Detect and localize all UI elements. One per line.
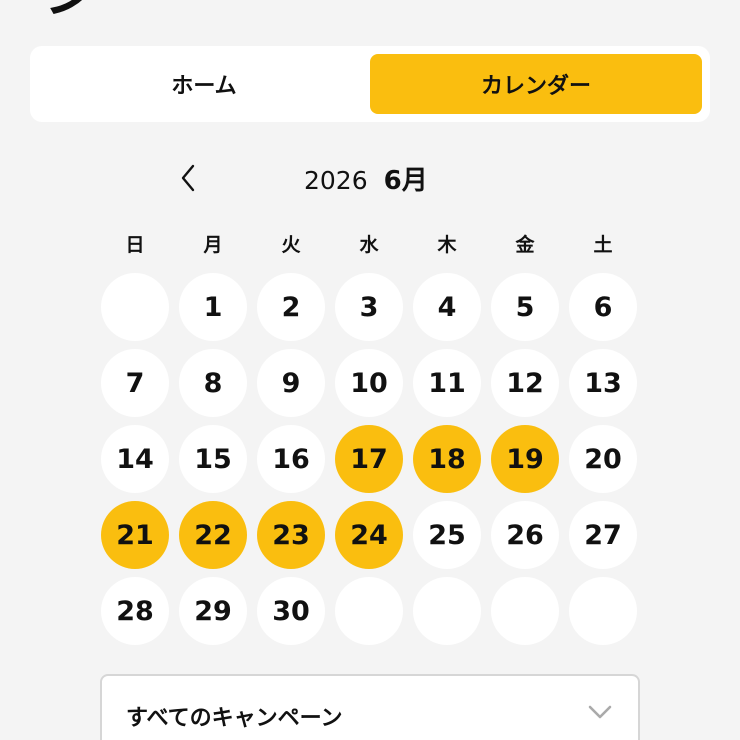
month-text: 6月 <box>383 166 428 196</box>
calendar-cell: 26 <box>486 497 564 573</box>
weekday-label: 月 <box>203 234 223 256</box>
calendar-day-highlighted[interactable]: 23 <box>257 501 325 569</box>
calendar-day[interactable]: 10 <box>335 349 403 417</box>
calendar-cell: 11 <box>408 345 486 421</box>
calendar-day[interactable]: 28 <box>101 577 169 645</box>
calendar-cell: 14 <box>96 421 174 497</box>
campaign-select-value: すべてのキャンペーン <box>126 706 343 731</box>
calendar-day-highlighted[interactable]: 17 <box>335 425 403 493</box>
previous-month-button[interactable] <box>168 158 208 198</box>
calendar-cell: 5 <box>486 269 564 345</box>
calendar-cell: 3 <box>330 269 408 345</box>
calendar-cell: 10 <box>330 345 408 421</box>
calendar-cell: 18 <box>408 421 486 497</box>
calendar-cell: 16 <box>252 421 330 497</box>
calendar-day-highlighted[interactable]: 22 <box>179 501 247 569</box>
calendar-cell: 19 <box>486 421 564 497</box>
tab-calendar[interactable]: カレンダー <box>370 54 702 114</box>
calendar-cell: 6 <box>564 269 642 345</box>
calendar-day[interactable]: 13 <box>569 349 637 417</box>
calendar-day[interactable]: 20 <box>569 425 637 493</box>
month-navigation: 2026 6月 <box>0 150 740 204</box>
calendar-cell: 4 <box>408 269 486 345</box>
tab-bar: ホーム カレンダー <box>30 46 710 122</box>
calendar-cell: 20 <box>564 421 642 497</box>
calendar-day[interactable]: 12 <box>491 349 559 417</box>
calendar-day[interactable]: 27 <box>569 501 637 569</box>
empty-day-circle <box>569 577 637 645</box>
calendar-cell: 1 <box>174 269 252 345</box>
calendar-cell-empty <box>564 573 642 649</box>
weekday-label: 日 <box>125 234 145 256</box>
calendar-cell: 25 <box>408 497 486 573</box>
calendar-cell: 9 <box>252 345 330 421</box>
calendar-cell: 12 <box>486 345 564 421</box>
calendar-cell: 24 <box>330 497 408 573</box>
calendar-cell: 21 <box>96 497 174 573</box>
calendar-cell: 23 <box>252 497 330 573</box>
tab-home[interactable]: ホーム <box>38 54 370 114</box>
calendar-cell-empty <box>408 573 486 649</box>
calendar-cell: 30 <box>252 573 330 649</box>
empty-day-circle <box>491 577 559 645</box>
calendar-day[interactable]: 30 <box>257 577 325 645</box>
calendar-day[interactable]: 14 <box>101 425 169 493</box>
year-text: 2026 <box>304 166 368 195</box>
weekday-label: 土 <box>593 234 613 256</box>
empty-day-circle <box>413 577 481 645</box>
calendar-cell: 8 <box>174 345 252 421</box>
weekday-label: 水 <box>359 234 379 256</box>
calendar-day[interactable]: 16 <box>257 425 325 493</box>
weekday-label: 木 <box>437 234 457 256</box>
calendar-page: ジ ホーム カレンダー 2026 6月 日月火水木金土 123456789101… <box>0 0 740 740</box>
calendar-day-highlighted[interactable]: 18 <box>413 425 481 493</box>
calendar-day-grid: 1 2 3 4 5 6 7 8 9 10 11 12 13 14 15 16 17 18 19 20 21 22 23 24 2… <box>96 269 644 649</box>
calendar-cell: 2 <box>252 269 330 345</box>
empty-day-circle <box>335 577 403 645</box>
weekday-label: 金 <box>515 234 535 256</box>
calendar-day[interactable]: 29 <box>179 577 247 645</box>
calendar-day[interactable]: 7 <box>101 349 169 417</box>
calendar-day[interactable]: 25 <box>413 501 481 569</box>
calendar-cell: 22 <box>174 497 252 573</box>
calendar-cell: 7 <box>96 345 174 421</box>
calendar-cell: 17 <box>330 421 408 497</box>
calendar-day[interactable]: 9 <box>257 349 325 417</box>
calendar-day-highlighted[interactable]: 24 <box>335 501 403 569</box>
calendar-day-highlighted[interactable]: 21 <box>101 501 169 569</box>
calendar-day[interactable]: 3 <box>335 273 403 341</box>
calendar-cell: 27 <box>564 497 642 573</box>
calendar-cell: 13 <box>564 345 642 421</box>
calendar-day[interactable]: 11 <box>413 349 481 417</box>
weekday-label: 火 <box>281 234 301 256</box>
empty-day-circle <box>101 273 169 341</box>
calendar-day[interactable]: 1 <box>179 273 247 341</box>
calendar-cell: 29 <box>174 573 252 649</box>
weekday-header: 日月火水木金土 <box>96 230 644 257</box>
chevron-left-icon <box>181 164 195 192</box>
calendar-cell-empty <box>486 573 564 649</box>
current-month-label: 2026 6月 <box>304 160 428 197</box>
calendar-day[interactable]: 15 <box>179 425 247 493</box>
calendar-day-highlighted[interactable]: 19 <box>491 425 559 493</box>
calendar-cell-empty <box>96 269 174 345</box>
calendar-day[interactable]: 8 <box>179 349 247 417</box>
chevron-down-icon <box>588 705 612 719</box>
calendar-day[interactable]: 2 <box>257 273 325 341</box>
calendar-cell-empty <box>330 573 408 649</box>
calendar-day[interactable]: 5 <box>491 273 559 341</box>
calendar-cell: 28 <box>96 573 174 649</box>
calendar-day[interactable]: 26 <box>491 501 559 569</box>
calendar-day[interactable]: 6 <box>569 273 637 341</box>
calendar-cell: 15 <box>174 421 252 497</box>
page-title-fragment: ジ <box>44 0 98 20</box>
calendar-day[interactable]: 4 <box>413 273 481 341</box>
campaign-select[interactable]: すべてのキャンペーン <box>100 674 640 740</box>
